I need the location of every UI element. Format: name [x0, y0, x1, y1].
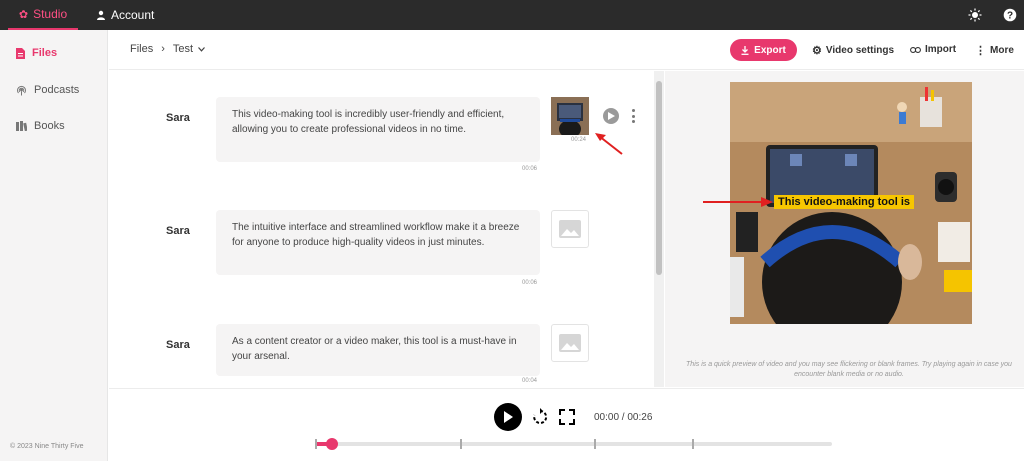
transcript-segment-text[interactable]: The intuitive interface and streamlined …	[216, 210, 540, 275]
playback-time: 00:00 / 00:26	[594, 412, 653, 423]
timeline-segment-mark	[594, 439, 597, 449]
transcript-panel: Sara This video-making tool is incredibl…	[109, 71, 665, 387]
gear-icon: ⚙	[812, 45, 822, 57]
segment-timestamp: 00:04	[522, 378, 538, 384]
book-icon	[16, 121, 27, 131]
chevron-down-icon	[198, 46, 206, 52]
video-settings-label: Video settings	[825, 45, 895, 56]
transcript-segment-text[interactable]: As a content creator or a video maker, t…	[216, 324, 540, 376]
image-icon	[559, 334, 581, 352]
sidebar-item-podcasts[interactable]: Podcasts	[16, 84, 79, 96]
preview-pane: This video-making tool is This is a quic…	[665, 71, 1024, 387]
breadcrumb-separator: ›	[161, 43, 165, 55]
sidebar-item-label: Podcasts	[34, 84, 80, 96]
preview-caption: This video-making tool is	[774, 195, 915, 209]
segment-timestamp: 00:06	[522, 166, 538, 172]
studio-icon: ✿	[18, 8, 29, 21]
svg-text:?: ?	[1007, 11, 1013, 22]
tab-account[interactable]: Account	[96, 0, 154, 30]
breadcrumb-files[interactable]: Files	[130, 43, 153, 55]
tab-studio-label: Studio	[33, 7, 68, 21]
import-button[interactable]: Import	[910, 44, 956, 55]
fullscreen-icon[interactable]	[558, 408, 576, 426]
podcast-icon	[17, 85, 26, 95]
replay-icon[interactable]	[531, 408, 549, 426]
scrollbar-thumb[interactable]	[656, 81, 662, 275]
segment-menu-button[interactable]	[630, 109, 636, 123]
export-label: Export	[754, 44, 786, 56]
breadcrumb: Files › Test	[130, 43, 206, 55]
speaker-name[interactable]: Sara	[166, 339, 190, 351]
sidebar: Files Podcasts Books © 2023 Nine Thirty …	[0, 30, 108, 461]
breadcrumb-current-label: Test	[172, 43, 194, 55]
sidebar-item-label: Books	[34, 120, 65, 132]
play-segment-button[interactable]	[603, 108, 619, 124]
timeline-start-mark	[315, 439, 317, 449]
account-icon	[97, 10, 105, 20]
media-duration: 00:24	[571, 137, 587, 143]
timeline-track[interactable]	[315, 438, 832, 450]
timeline-segment-mark	[692, 439, 695, 449]
download-icon	[741, 45, 749, 55]
link-icon	[910, 46, 921, 53]
breadcrumb-current[interactable]: Test	[172, 43, 206, 55]
tab-studio[interactable]: ✿ Studio	[8, 0, 78, 30]
play-button[interactable]	[494, 403, 522, 431]
more-label: More	[990, 45, 1014, 56]
annotation-arrow	[595, 133, 623, 155]
play-icon	[504, 411, 513, 423]
kebab-icon: ⋮	[975, 45, 986, 57]
preview-note: This is a quick preview of video and you…	[686, 361, 1012, 378]
speaker-name[interactable]: Sara	[166, 225, 190, 237]
play-icon	[607, 112, 615, 120]
sidebar-item-label: Files	[32, 47, 58, 59]
segment-timestamp: 00:06	[522, 280, 538, 286]
timeline-segment-mark	[459, 439, 462, 449]
media-placeholder[interactable]	[551, 210, 589, 248]
media-thumbnail[interactable]	[551, 97, 589, 138]
media-placeholder[interactable]	[551, 324, 589, 362]
transcript-scrollbar[interactable]	[654, 71, 664, 387]
import-label: Import	[925, 44, 957, 55]
file-icon	[16, 47, 25, 59]
more-button[interactable]: ⋮ More	[975, 44, 1014, 57]
tab-account-label: Account	[111, 8, 155, 22]
transcript-segment-text[interactable]: This video-making tool is incredibly use…	[216, 97, 540, 162]
page-header: Files › Test Export ⚙ Video settings Imp…	[109, 30, 1024, 70]
annotation-arrow	[703, 197, 773, 207]
top-bar: ✿ Studio Account ?	[0, 0, 1024, 30]
speaker-name[interactable]: Sara	[166, 112, 190, 124]
video-settings-button[interactable]: ⚙ Video settings	[812, 44, 894, 57]
player-bar: 00:00 / 00:26	[109, 388, 1024, 461]
copyright-footer: © 2023 Nine Thirty Five	[10, 443, 84, 450]
sidebar-item-books[interactable]: Books	[16, 120, 65, 132]
sidebar-item-files[interactable]: Files	[16, 47, 57, 59]
export-button[interactable]: Export	[730, 39, 797, 61]
image-icon	[559, 220, 581, 238]
help-icon[interactable]: ?	[1001, 6, 1019, 24]
timeline-scrubber[interactable]	[326, 438, 339, 450]
sun-icon[interactable]	[966, 6, 984, 24]
